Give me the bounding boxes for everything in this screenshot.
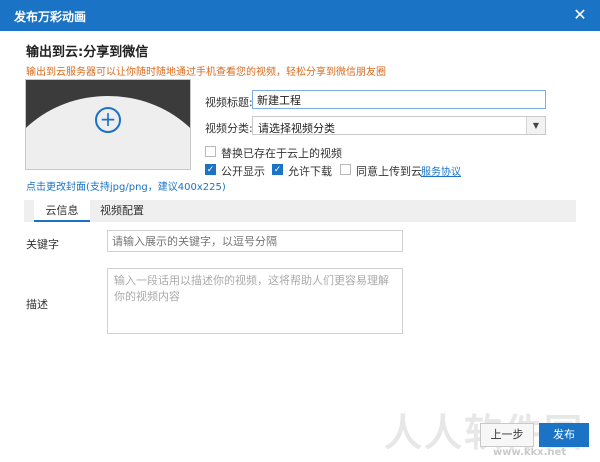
agree-upload-checkbox[interactable] [340,164,351,175]
service-agreement-link[interactable]: 服务协议 [421,163,461,178]
tab-video-config[interactable]: 视频配置 [92,200,152,222]
page-title: 输出到云:分享到微信 [26,45,149,60]
page-subtitle: 输出到云服务器可以让你随时随地通过手机查看您的视频，轻松分享到微信朋友圈 [26,67,386,78]
keyword-input[interactable] [107,230,403,252]
video-title-input[interactable] [252,90,546,109]
video-title-label: 视频标题: [205,96,253,109]
publish-button[interactable]: 发布 [539,423,589,447]
close-icon[interactable]: ✕ [570,5,590,25]
description-textarea[interactable]: 输入一段话用以描述你的视频，这将帮助人们更容易理解你的视频内容 [107,268,403,334]
watermark-url: www.kkx.net [493,447,567,458]
window-title: 发布万彩动画 [14,10,87,24]
cover-image-picker[interactable]: + [25,79,191,170]
video-category-label: 视频分类: [205,122,253,135]
tab-cloud-info[interactable]: 云信息 [34,200,90,222]
allow-download-label: 允许下载 [288,165,332,178]
video-category-select[interactable]: 请选择视频分类 ▼ [252,116,546,135]
previous-step-button[interactable]: 上一步 [480,423,534,447]
agree-upload-label: 同意上传到云 [356,165,422,178]
replace-cloud-label: 替换已存在于云上的视频 [221,147,342,160]
allow-download-checkbox[interactable]: ✓ [272,164,283,175]
video-category-value: 请选择视频分类 [258,122,335,135]
keyword-label: 关键字 [26,238,59,251]
window-titlebar: 发布万彩动画 ✕ [0,0,600,31]
add-cover-icon[interactable]: + [95,107,121,133]
public-display-checkbox[interactable]: ✓ [205,164,216,175]
change-cover-link[interactable]: 点击更改封面(支持jpg/png，建议400x225) [26,178,226,193]
description-label: 描述 [26,298,48,311]
chevron-down-icon[interactable]: ▼ [526,117,545,134]
replace-cloud-checkbox[interactable] [205,146,216,157]
public-display-label: 公开显示 [221,165,265,178]
tab-bar: 云信息 视频配置 [24,200,576,222]
